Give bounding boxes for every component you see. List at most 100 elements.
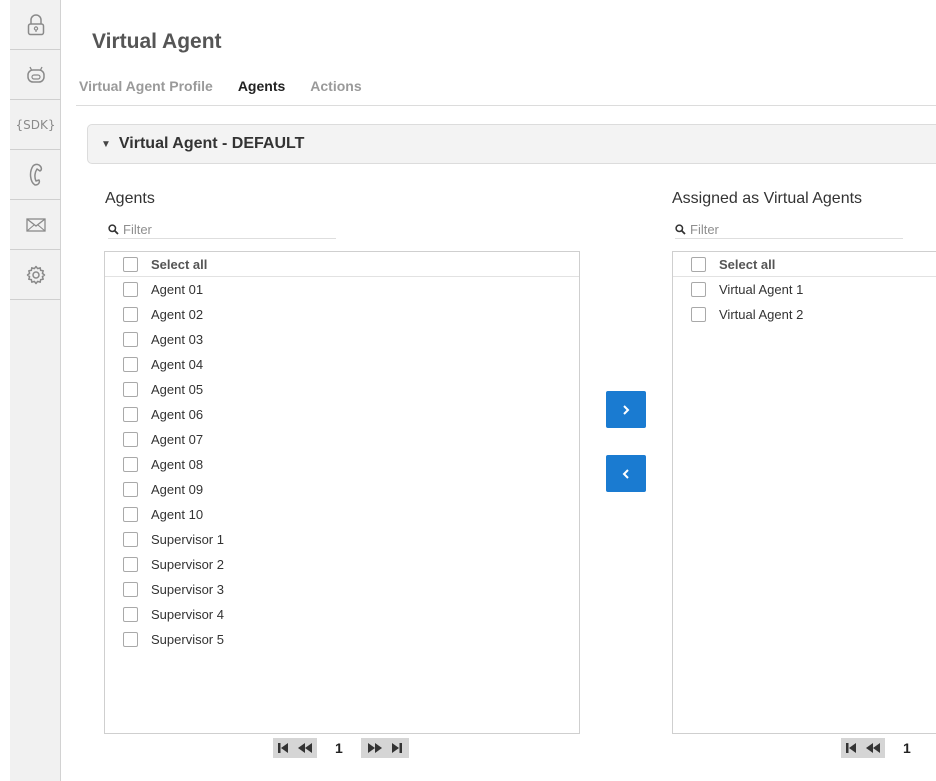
- item-label: Virtual Agent 2: [719, 307, 804, 322]
- select-all-label: Select all: [719, 256, 776, 272]
- agents-select-all-checkbox[interactable]: [123, 256, 138, 272]
- list-item[interactable]: Supervisor 3: [105, 577, 579, 602]
- tab-actions[interactable]: Actions: [310, 78, 361, 106]
- item-label: Supervisor 1: [151, 532, 224, 547]
- agents-panel-title: Agents: [105, 190, 155, 207]
- list-item[interactable]: Agent 05: [105, 377, 579, 402]
- item-label: Virtual Agent 1: [719, 282, 804, 297]
- list-item[interactable]: Agent 10: [105, 502, 579, 527]
- last-page-icon[interactable]: [390, 742, 404, 754]
- unassign-button[interactable]: [606, 455, 646, 492]
- list-item[interactable]: Agent 02: [105, 302, 579, 327]
- assigned-list: Select all Virtual Agent 1 Virtual Agent…: [672, 251, 936, 734]
- item-checkbox[interactable]: [123, 532, 138, 547]
- assign-button[interactable]: [606, 391, 646, 428]
- chevron-left-icon: [622, 468, 629, 479]
- search-icon: [108, 223, 119, 235]
- list-item[interactable]: Supervisor 4: [105, 602, 579, 627]
- item-checkbox[interactable]: [123, 382, 138, 397]
- agents-filter-input[interactable]: [119, 221, 323, 237]
- list-item[interactable]: Supervisor 1: [105, 527, 579, 552]
- assigned-panel-title: Assigned as Virtual Agents: [672, 190, 863, 207]
- phone-icon: [29, 163, 42, 186]
- item-label: Supervisor 2: [151, 557, 224, 572]
- agents-filter: [108, 220, 336, 239]
- page-number: 1: [903, 740, 911, 756]
- item-checkbox[interactable]: [123, 482, 138, 497]
- item-checkbox[interactable]: [123, 557, 138, 572]
- pager-first-prev-group: [841, 738, 885, 758]
- item-label: Agent 01: [151, 282, 204, 297]
- item-label: Agent 07: [151, 432, 204, 447]
- item-checkbox[interactable]: [123, 407, 138, 422]
- assigned-select-all-row[interactable]: Select all: [673, 252, 936, 277]
- icon-rail: {SDK}: [10, 0, 61, 781]
- tab-agents[interactable]: Agents: [238, 78, 285, 106]
- assigned-filter: [675, 220, 903, 239]
- rail-phone-button[interactable]: [10, 150, 61, 200]
- page-number: 1: [335, 740, 343, 756]
- item-checkbox[interactable]: [123, 432, 138, 447]
- mail-icon: [25, 217, 46, 232]
- lock-icon: [27, 13, 44, 35]
- rail-lock-button[interactable]: [10, 0, 61, 50]
- page-title: Virtual Agent: [92, 30, 222, 53]
- first-page-icon[interactable]: [276, 742, 290, 754]
- first-page-icon[interactable]: [844, 742, 858, 754]
- list-item[interactable]: Agent 03: [105, 327, 579, 352]
- assigned-pager: 1: [841, 738, 929, 758]
- list-item[interactable]: Agent 07: [105, 427, 579, 452]
- prev-page-icon[interactable]: [864, 742, 882, 754]
- agents-pager: 1: [273, 738, 409, 758]
- item-label: Agent 05: [151, 382, 204, 397]
- list-item[interactable]: Agent 01: [105, 277, 579, 302]
- list-item[interactable]: Agent 09: [105, 477, 579, 502]
- item-checkbox[interactable]: [123, 282, 138, 297]
- item-checkbox[interactable]: [123, 582, 138, 597]
- list-item[interactable]: Agent 04: [105, 352, 579, 377]
- rail-settings-button[interactable]: [10, 250, 61, 300]
- caret-down-icon: ▼: [101, 138, 111, 150]
- item-label: Supervisor 5: [151, 632, 224, 647]
- item-checkbox[interactable]: [691, 282, 706, 297]
- item-label: Agent 04: [151, 357, 204, 372]
- list-item[interactable]: Virtual Agent 1: [673, 277, 936, 302]
- item-label: Agent 10: [151, 507, 204, 522]
- item-label: Supervisor 4: [151, 607, 224, 622]
- item-checkbox[interactable]: [123, 332, 138, 347]
- sdk-icon: {SDK}: [15, 117, 56, 132]
- section-header[interactable]: ▼ Virtual Agent - DEFAULT: [87, 124, 936, 164]
- assigned-filter-input[interactable]: [686, 221, 890, 237]
- gear-icon: [26, 265, 45, 284]
- list-item[interactable]: Virtual Agent 2: [673, 302, 936, 327]
- item-checkbox[interactable]: [691, 307, 706, 322]
- item-checkbox[interactable]: [123, 607, 138, 622]
- agents-select-all-row[interactable]: Select all: [105, 252, 579, 277]
- item-label: Agent 08: [151, 457, 204, 472]
- prev-page-icon[interactable]: [296, 742, 314, 754]
- rail-mail-button[interactable]: [10, 200, 61, 250]
- list-item[interactable]: Supervisor 5: [105, 627, 579, 652]
- list-item[interactable]: Supervisor 2: [105, 552, 579, 577]
- pager-first-prev-group: [273, 738, 317, 758]
- item-checkbox[interactable]: [123, 357, 138, 372]
- rail-robot-button[interactable]: [10, 50, 61, 100]
- item-label: Supervisor 3: [151, 582, 224, 597]
- list-item[interactable]: Agent 08: [105, 452, 579, 477]
- section-title: Virtual Agent - DEFAULT: [118, 135, 305, 152]
- item-checkbox[interactable]: [123, 457, 138, 472]
- tab-virtual-agent-profile[interactable]: Virtual Agent Profile: [79, 78, 213, 106]
- select-all-label: Select all: [151, 256, 208, 272]
- assigned-select-all-checkbox[interactable]: [691, 256, 706, 272]
- rail-sdk-button[interactable]: {SDK}: [10, 100, 61, 150]
- item-checkbox[interactable]: [123, 507, 138, 522]
- list-item[interactable]: Agent 06: [105, 402, 579, 427]
- pager-next-last-group: [360, 738, 409, 758]
- robot-icon: [26, 66, 45, 83]
- item-checkbox[interactable]: [123, 632, 138, 647]
- next-page-icon[interactable]: [366, 742, 384, 754]
- item-label: Agent 02: [151, 307, 204, 322]
- chevron-right-icon: [623, 404, 630, 415]
- item-checkbox[interactable]: [123, 307, 138, 322]
- tab-divider: [76, 105, 936, 106]
